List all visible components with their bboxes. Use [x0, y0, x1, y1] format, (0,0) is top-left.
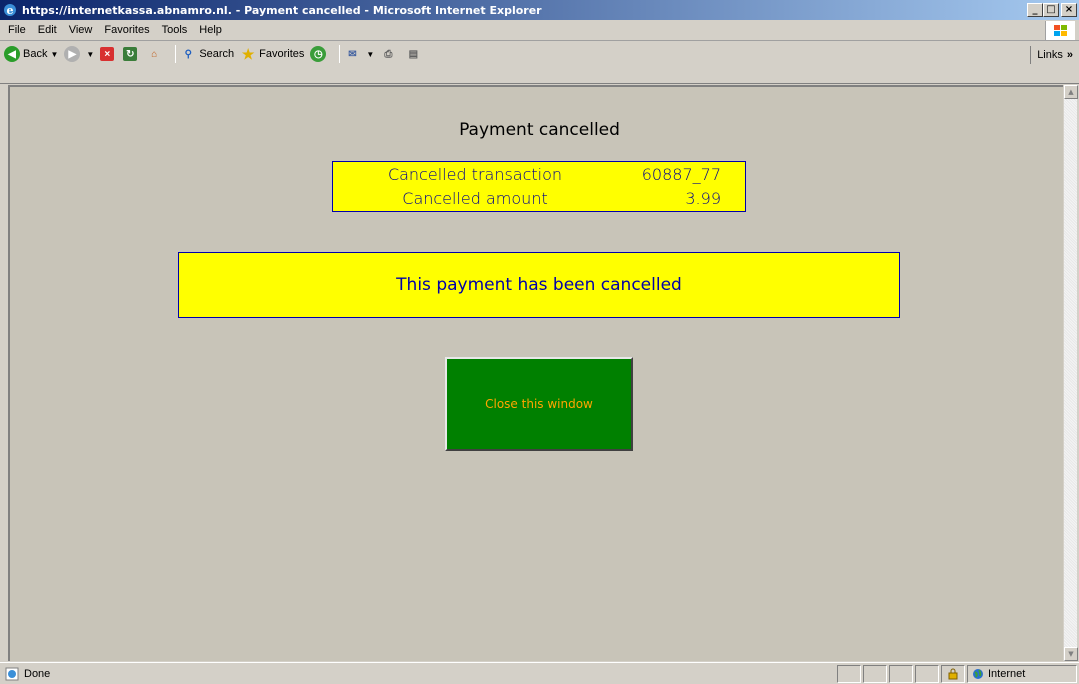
- chevron-down-icon: ▼: [86, 49, 95, 59]
- document-icon: ▤: [408, 48, 419, 60]
- mail-button[interactable]: ✉ ▼: [344, 46, 374, 62]
- back-arrow-icon: ◀: [4, 46, 20, 62]
- windows-logo-icon: [1045, 21, 1075, 40]
- status-pane: [889, 664, 913, 683]
- toolbar: ◀ Back ▼ ▶ ▼ × ↻ ⌂ ⚲ Search ★ Favorites …: [0, 42, 1079, 84]
- menu-view[interactable]: View: [63, 24, 99, 36]
- stop-button[interactable]: ×: [100, 47, 117, 61]
- status-pane: [915, 664, 939, 683]
- minimize-button[interactable]: _: [1027, 3, 1043, 17]
- forward-button[interactable]: ▶ ▼: [64, 46, 94, 62]
- toolbar-separator: [339, 45, 341, 63]
- close-this-window-button[interactable]: Close this window: [445, 357, 633, 451]
- print-button[interactable]: ⎙: [380, 46, 399, 62]
- chevron-down-icon: ▼: [50, 49, 59, 59]
- close-window-button[interactable]: ×: [1061, 3, 1077, 17]
- transaction-label: Cancelled transaction: [387, 164, 563, 184]
- forward-arrow-icon: ▶: [64, 46, 81, 62]
- refresh-button[interactable]: ↻: [123, 47, 140, 61]
- amount-value: 3.99: [685, 188, 721, 208]
- history-button[interactable]: ◷: [310, 46, 329, 62]
- status-pane: [837, 664, 861, 683]
- home-button[interactable]: ⌂: [146, 46, 165, 62]
- favorites-button[interactable]: ★ Favorites: [240, 45, 305, 62]
- chevron-right-icon: »: [1066, 49, 1073, 61]
- transaction-info-box: Cancelled transaction 60887_77 Cancelled…: [332, 161, 746, 212]
- edit-page-button[interactable]: ▤: [405, 46, 424, 62]
- vertical-scrollbar[interactable]: ▲ ▼: [1063, 85, 1078, 661]
- status-text: Done: [24, 667, 51, 680]
- cancellation-message: This payment has been cancelled: [178, 252, 900, 318]
- menu-bar: File Edit View Favorites Tools Help: [0, 20, 1079, 41]
- internet-explorer-icon: e: [2, 2, 18, 18]
- lock-icon: [941, 664, 965, 683]
- printer-icon: ⎙: [384, 48, 393, 60]
- chevron-down-icon: ▼: [366, 49, 375, 59]
- toolbar-separator: [175, 45, 177, 63]
- transaction-row: Cancelled transaction 60887_77: [333, 162, 745, 186]
- menu-file[interactable]: File: [0, 24, 32, 36]
- star-icon: ★: [241, 45, 255, 62]
- zone-label: Internet: [988, 667, 1026, 680]
- mail-icon: ✉: [348, 48, 357, 60]
- links-bar[interactable]: Links »: [1030, 46, 1073, 64]
- page-icon: [4, 666, 20, 682]
- scroll-up-button[interactable]: ▲: [1064, 85, 1078, 99]
- title-bar: e https://internetkassa.abnamro.nl. - Pa…: [0, 0, 1079, 20]
- scroll-down-button[interactable]: ▼: [1064, 647, 1078, 661]
- svg-text:e: e: [7, 4, 14, 17]
- security-zone[interactable]: Internet: [967, 664, 1077, 683]
- home-icon: ⌂: [151, 48, 158, 60]
- refresh-icon: ↻: [123, 47, 138, 61]
- status-bar: Done Internet: [0, 662, 1079, 684]
- page-title: Payment cancelled: [459, 120, 620, 140]
- menu-help[interactable]: Help: [193, 24, 228, 36]
- status-pane: [863, 664, 887, 683]
- history-icon: ◷: [310, 46, 327, 62]
- amount-label: Cancelled amount: [402, 188, 548, 208]
- amount-row: Cancelled amount 3.99: [333, 186, 745, 210]
- search-button[interactable]: ⚲ Search: [180, 46, 235, 62]
- search-icon: ⚲: [184, 48, 192, 60]
- maximize-button[interactable]: □: [1043, 3, 1059, 17]
- menu-edit[interactable]: Edit: [32, 24, 63, 36]
- stop-icon: ×: [100, 47, 115, 61]
- menu-tools[interactable]: Tools: [156, 24, 194, 36]
- status-text-area: Done: [0, 666, 837, 682]
- window-title: https://internetkassa.abnamro.nl. - Paym…: [22, 3, 542, 17]
- back-button[interactable]: ◀ Back ▼: [4, 46, 58, 62]
- transaction-value: 60887_77: [641, 164, 721, 184]
- menu-favorites[interactable]: Favorites: [98, 24, 155, 36]
- globe-icon: [972, 668, 984, 680]
